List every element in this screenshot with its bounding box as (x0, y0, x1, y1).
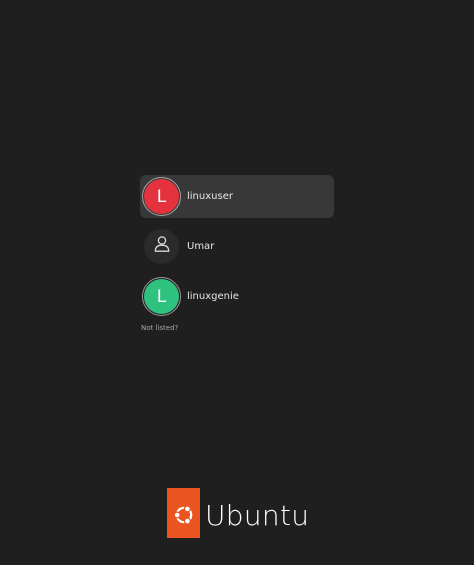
ubuntu-brand: Ubuntu (167, 488, 309, 538)
avatar-initial: L (156, 286, 167, 307)
login-screen: L linuxuser Umar L linuxgenie Not listed… (0, 0, 474, 565)
user-list: L linuxuser Umar L linuxgenie (140, 175, 334, 325)
brand-name: Ubuntu (205, 499, 310, 532)
avatar-initial: L (156, 186, 167, 207)
avatar (144, 229, 179, 264)
user-icon (152, 234, 172, 259)
user-name: Umar (187, 241, 215, 252)
user-item-linuxgenie[interactable]: L linuxgenie (140, 275, 334, 318)
user-name: linuxgenie (187, 291, 239, 302)
user-item-umar[interactable]: Umar (140, 225, 334, 268)
circle-of-friends-icon (172, 503, 196, 538)
not-listed-link[interactable]: Not listed? (141, 324, 178, 332)
avatar: L (142, 177, 181, 216)
user-name: linuxuser (187, 191, 233, 202)
avatar: L (142, 277, 181, 316)
user-item-linuxuser[interactable]: L linuxuser (140, 175, 334, 218)
ubuntu-logo-tile (167, 488, 200, 538)
